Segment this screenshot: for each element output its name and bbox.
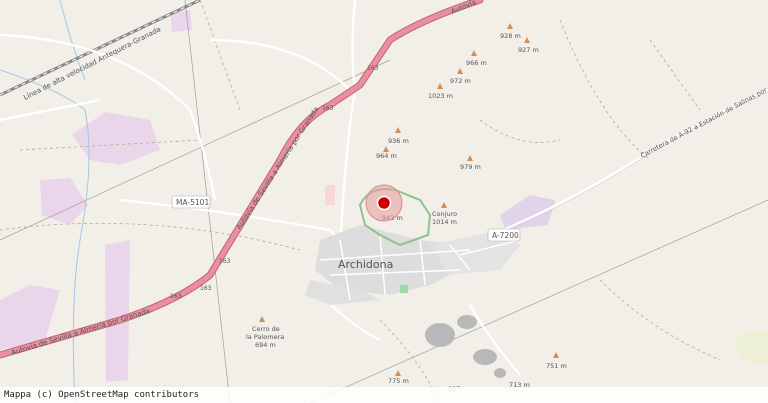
park [325,185,335,205]
label-carretera: Carretera de A-92 a Estación de Salinas … [639,70,768,160]
label-163b: 163 [322,105,334,112]
location-marker[interactable] [365,184,403,222]
peak-label: Cerro de [252,325,280,333]
peak-label: 1014 m [432,218,457,226]
peak-label: 979 m [460,163,481,171]
peak-label: la Palomera [246,333,284,341]
label-163c: 163 [219,258,231,265]
railway [0,0,201,97]
town-label: Archidona [338,258,393,271]
peak-label: 1023 m [428,92,453,100]
landuse-area [105,240,130,382]
motorway [0,0,484,359]
svg-text:MA-5101: MA-5101 [176,198,209,207]
peak-markers [259,23,559,376]
park [400,285,408,293]
peak-label: 972 m [450,77,471,85]
map-canvas[interactable]: Línea de alta velocidad Antequera-Granad… [0,0,768,403]
attribution-text: Mappa (c) OpenStreetMap contributors [4,390,200,400]
peak-label: 928 m [500,32,521,40]
label-autovia-top: Autovía [450,0,478,16]
label-163a: 163 [367,65,379,72]
peak-label: 927 m [518,46,539,54]
peak-label: 964 m [376,152,397,160]
label-163d: 163 [170,293,182,300]
peak-label: 694 m [255,341,276,349]
quarry-areas [425,315,506,378]
a7200-shield: A-7200 [487,228,521,242]
peak-label: Conjuro [432,210,457,218]
farmland-area [735,330,768,365]
svg-text:A-7200: A-7200 [492,231,519,240]
peak-label: 936 m [388,137,409,145]
attribution-bar: Mappa (c) OpenStreetMap contributors [0,387,768,403]
label-autovia-ne: Autovía de Sevilla a Almería por Granada [235,105,321,231]
peak-label: 966 m [466,59,487,67]
label-163e: 163 [200,285,212,292]
peak-label: 751 m [546,362,567,370]
label-rail: Línea de alta velocidad Antequera-Granad… [22,25,162,102]
landuse-area [72,112,160,165]
peak-label: 775 m [388,377,409,385]
ma5101-shield: MA-5101 [171,195,211,209]
landuse-area [500,195,555,230]
